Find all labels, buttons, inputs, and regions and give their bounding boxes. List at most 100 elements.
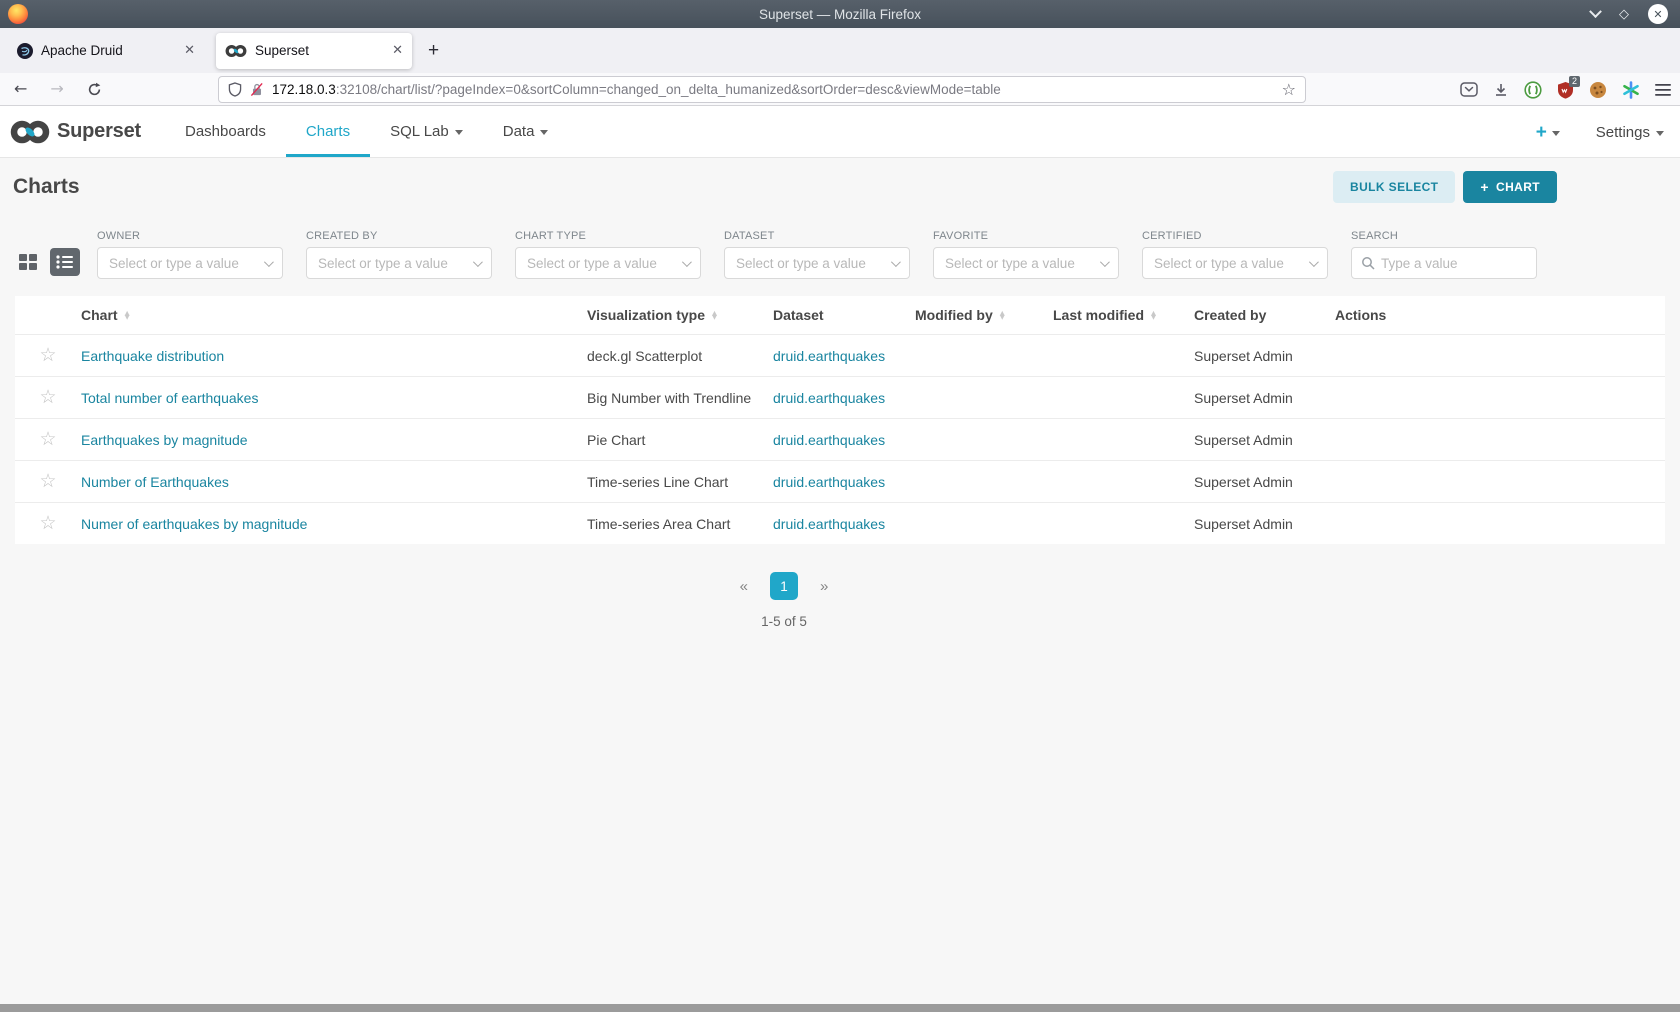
favorite-star-icon[interactable]: ☆	[15, 346, 81, 365]
extension-asterisk-icon[interactable]	[1622, 81, 1640, 99]
created-by-cell: Superset Admin	[1194, 432, 1335, 448]
nav-item-charts[interactable]: Charts	[286, 106, 370, 157]
minimize-icon[interactable]	[1589, 5, 1602, 18]
column-header-dataset: Dataset	[773, 307, 915, 323]
add-chart-button[interactable]: +CHART	[1463, 171, 1557, 203]
next-page-button[interactable]: »	[820, 578, 828, 595]
dataset-link[interactable]: druid.earthquakes	[773, 348, 885, 364]
new-tab-button[interactable]: +	[428, 40, 439, 62]
brand-name: Superset	[57, 120, 141, 143]
favorite-star-icon[interactable]: ☆	[15, 388, 81, 407]
dataset-link[interactable]: druid.earthquakes	[773, 432, 885, 448]
pocket-icon[interactable]	[1460, 82, 1478, 98]
filter-label: CHART TYPE	[515, 230, 701, 242]
tab-close-icon[interactable]: ✕	[184, 43, 195, 58]
chevron-down-icon	[1100, 257, 1110, 267]
tab-apache-druid[interactable]: Apache Druid ✕	[8, 33, 204, 69]
maximize-icon[interactable]: ◇	[1619, 7, 1629, 22]
shield-icon[interactable]	[228, 82, 242, 97]
forward-icon[interactable]: →	[50, 81, 63, 97]
viz-type-cell: Pie Chart	[587, 432, 773, 448]
dataset-link[interactable]: druid.earthquakes	[773, 516, 885, 532]
page-1-button[interactable]: 1	[770, 572, 798, 600]
url-path: :32108/chart/list/?pageIndex=0&sortColum…	[336, 82, 1001, 97]
pagination: « 1 »	[0, 572, 1568, 600]
column-header-last-modified[interactable]: Last modified▲▼	[1053, 307, 1194, 323]
chevron-down-icon	[264, 257, 274, 267]
add-new-button[interactable]: +	[1536, 123, 1560, 142]
sort-icon: ▲▼	[1000, 311, 1005, 320]
tab-superset[interactable]: Superset ✕	[216, 33, 412, 69]
created-by-cell: Superset Admin	[1194, 516, 1335, 532]
sort-icon: ▲▼	[1151, 311, 1156, 320]
nav-item-dashboards[interactable]: Dashboards	[165, 106, 286, 157]
chart-link[interactable]: Number of Earthquakes	[81, 474, 229, 490]
superset-navbar: Superset Dashboards Charts SQL Lab Data …	[0, 106, 1680, 158]
dataset-select[interactable]: Select or type a value	[724, 247, 910, 279]
chart-link[interactable]: Numer of earthquakes by magnitude	[81, 516, 307, 532]
bulk-select-button[interactable]: BULK SELECT	[1333, 171, 1455, 203]
column-header-created-by: Created by	[1194, 307, 1335, 323]
chevron-down-icon	[455, 130, 463, 135]
bookmark-star-icon[interactable]: ☆	[1282, 80, 1296, 99]
column-header-chart[interactable]: Chart▲▼	[81, 307, 587, 323]
viz-type-cell: Big Number with Trendline	[587, 390, 773, 406]
chart-link[interactable]: Total number of earthquakes	[81, 390, 258, 406]
menu-hamburger-icon[interactable]	[1655, 83, 1671, 97]
sort-icon: ▲▼	[712, 311, 717, 320]
cookie-icon[interactable]	[1589, 81, 1607, 99]
superset-logo[interactable]: Superset	[0, 106, 141, 157]
dataset-link[interactable]: druid.earthquakes	[773, 390, 885, 406]
card-view-toggle-icon[interactable]	[18, 253, 38, 271]
adblock-shield-icon[interactable]: 2	[1557, 81, 1574, 99]
url-text: 172.18.0.3:32108/chart/list/?pageIndex=0…	[272, 82, 1001, 97]
filter-label: OWNER	[97, 230, 283, 242]
created-by-cell: Superset Admin	[1194, 390, 1335, 406]
reload-icon[interactable]	[87, 82, 102, 97]
tab-label: Superset	[255, 43, 384, 58]
downloads-icon[interactable]	[1493, 82, 1509, 98]
filter-favorite: FAVORITE Select or type a value	[933, 230, 1119, 279]
column-header-visualization-type[interactable]: Visualization type▲▼	[587, 307, 773, 323]
owner-select[interactable]: Select or type a value	[97, 247, 283, 279]
favorite-star-icon[interactable]: ☆	[15, 514, 81, 533]
insecure-lock-icon[interactable]	[250, 82, 264, 97]
nav-item-sql-lab[interactable]: SQL Lab	[370, 106, 483, 157]
search-input[interactable]	[1381, 256, 1521, 271]
certified-select[interactable]: Select or type a value	[1142, 247, 1328, 279]
page-title: Charts	[13, 175, 80, 199]
viz-type-cell: Time-series Area Chart	[587, 516, 773, 532]
table-row: ☆ Earthquake distribution deck.gl Scatte…	[15, 334, 1665, 376]
back-icon[interactable]: ←	[14, 81, 27, 97]
filter-label: FAVORITE	[933, 230, 1119, 242]
close-icon[interactable]: ✕	[1648, 4, 1668, 24]
settings-menu[interactable]: Settings	[1596, 124, 1664, 141]
extension-green-icon[interactable]	[1524, 81, 1542, 99]
favorite-star-icon[interactable]: ☆	[15, 430, 81, 449]
favorite-star-icon[interactable]: ☆	[15, 472, 81, 491]
page-header: Charts BULK SELECT +CHART	[0, 158, 1680, 216]
filter-label: DATASET	[724, 230, 910, 242]
table-header-row: Chart▲▼ Visualization type▲▼ Dataset Mod…	[15, 296, 1665, 334]
chart-link[interactable]: Earthquake distribution	[81, 348, 224, 364]
nav-item-data[interactable]: Data	[483, 106, 569, 157]
column-header-modified-by[interactable]: Modified by▲▼	[915, 307, 1053, 323]
list-view-toggle-icon[interactable]	[50, 248, 80, 276]
charts-table: Chart▲▼ Visualization type▲▼ Dataset Mod…	[15, 296, 1665, 544]
url-host: 172.18.0.3	[272, 82, 336, 97]
filter-bar: OWNER Select or type a value CREATED BY …	[0, 230, 1680, 279]
chevron-down-icon	[682, 257, 692, 267]
tab-close-icon[interactable]: ✕	[392, 43, 403, 58]
superset-infinity-icon	[10, 120, 50, 144]
window-titlebar: Superset — Mozilla Firefox ◇ ✕	[0, 0, 1680, 28]
table-row: ☆ Numer of earthquakes by magnitude Time…	[15, 502, 1665, 544]
created-by-select[interactable]: Select or type a value	[306, 247, 492, 279]
chart-link[interactable]: Earthquakes by magnitude	[81, 432, 248, 448]
filter-owner: OWNER Select or type a value	[97, 230, 283, 279]
url-bar[interactable]: 172.18.0.3:32108/chart/list/?pageIndex=0…	[218, 76, 1306, 103]
prev-page-button[interactable]: «	[740, 578, 748, 595]
dataset-link[interactable]: druid.earthquakes	[773, 474, 885, 490]
chart-type-select[interactable]: Select or type a value	[515, 247, 701, 279]
chevron-down-icon	[473, 257, 483, 267]
favorite-select[interactable]: Select or type a value	[933, 247, 1119, 279]
